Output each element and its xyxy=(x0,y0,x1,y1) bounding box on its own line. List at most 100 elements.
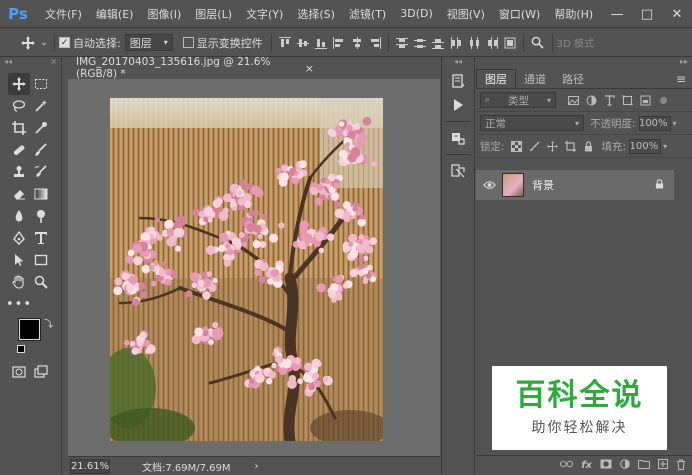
filter-pixel-icon[interactable] xyxy=(564,92,582,108)
tab-channels[interactable]: 通道 xyxy=(516,69,554,88)
collapse-arrows-icon[interactable]: ▸▸ xyxy=(680,57,688,69)
collapse-arrows-icon[interactable]: ◂◂ xyxy=(4,57,12,69)
search-icon[interactable] xyxy=(528,33,548,53)
menu-layer[interactable]: 图层(L) xyxy=(188,6,239,22)
filter-toggle-icon[interactable] xyxy=(654,92,672,108)
tool-preset-chevron-icon[interactable]: ⌄ xyxy=(38,33,50,53)
restore-button[interactable]: □ xyxy=(632,0,662,28)
close-button[interactable]: ✕ xyxy=(662,0,692,28)
align-hcenter-icon[interactable] xyxy=(348,34,366,52)
move-tool-icon[interactable] xyxy=(8,73,30,95)
close-panel-icon[interactable]: × xyxy=(50,57,57,69)
tab-layers[interactable]: 图层 xyxy=(476,69,516,88)
lock-all-icon[interactable] xyxy=(580,138,598,154)
panel-menu-icon[interactable]: ≡ xyxy=(676,72,686,86)
distribute-right-icon[interactable] xyxy=(483,34,501,52)
auto-select-target-dropdown[interactable]: 图层 ▾ xyxy=(124,34,173,51)
foreground-color-swatch[interactable] xyxy=(18,318,41,341)
group-icon[interactable] xyxy=(638,459,650,472)
new-layer-icon[interactable] xyxy=(658,459,668,472)
document-tab[interactable]: IMG_20170403_135616.jpg @ 21.6%(RGB/8) *… xyxy=(68,56,314,80)
more-tools-icon[interactable]: ••• xyxy=(6,293,31,315)
distribute-vcenter-icon[interactable] xyxy=(411,34,429,52)
opacity-input[interactable]: 100% xyxy=(638,115,671,131)
status-menu-arrow[interactable]: › xyxy=(255,461,259,472)
hand-tool-icon[interactable] xyxy=(8,271,30,293)
canvas-image[interactable] xyxy=(110,98,383,441)
filter-adjustment-icon[interactable] xyxy=(582,92,600,108)
filter-type-dropdown[interactable]: ⌕ 类型 ▾ xyxy=(480,92,556,108)
fill-input[interactable]: 100% xyxy=(629,138,662,154)
distribute-top-icon[interactable] xyxy=(393,34,411,52)
blend-mode-dropdown[interactable]: 正常 ▾ xyxy=(480,115,584,131)
screen-mode-icon[interactable] xyxy=(30,361,52,383)
menu-help[interactable]: 帮助(H) xyxy=(547,6,600,22)
dodge-tool-icon[interactable] xyxy=(30,205,52,227)
zoom-level[interactable]: 21.61% xyxy=(70,458,110,474)
close-document-icon[interactable]: × xyxy=(305,62,314,75)
align-left-icon[interactable] xyxy=(330,34,348,52)
minimize-button[interactable]: — xyxy=(602,0,632,28)
eraser-tool-icon[interactable] xyxy=(8,183,30,205)
filter-type-layer-icon[interactable] xyxy=(600,92,618,108)
lasso-tool-icon[interactable] xyxy=(8,95,30,117)
path-selection-tool-icon[interactable] xyxy=(8,249,30,271)
menu-filter[interactable]: 滤镜(T) xyxy=(342,6,393,22)
layer-row[interactable]: 背景 xyxy=(476,170,674,200)
type-tool-icon[interactable] xyxy=(30,227,52,249)
filter-shape-icon[interactable] xyxy=(618,92,636,108)
zoom-tool-icon[interactable] xyxy=(30,271,52,293)
distribute-left-icon[interactable] xyxy=(447,34,465,52)
layer-name[interactable]: 背景 xyxy=(532,177,554,193)
show-transform-checkbox[interactable] xyxy=(182,37,194,48)
default-colors-icon[interactable] xyxy=(17,345,25,353)
menu-image[interactable]: 图像(I) xyxy=(140,6,188,22)
gradient-tool-icon[interactable] xyxy=(30,183,52,205)
3d-mode-label[interactable]: 3D 模式 xyxy=(557,35,594,50)
lock-artboard-icon[interactable] xyxy=(562,138,580,154)
menu-3d[interactable]: 3D(D) xyxy=(393,7,440,20)
pen-tool-icon[interactable] xyxy=(8,227,30,249)
auto-align-icon[interactable] xyxy=(501,34,519,52)
layer-thumbnail[interactable] xyxy=(502,173,524,197)
document-size-info[interactable]: 文档:7.69M/7.69M xyxy=(142,459,231,474)
align-vcenter-icon[interactable] xyxy=(294,34,312,52)
distribute-hcenter-icon[interactable] xyxy=(465,34,483,52)
eye-icon[interactable] xyxy=(476,180,502,190)
chevron-down-icon[interactable]: ▾ xyxy=(673,119,677,128)
filter-smart-object-icon[interactable] xyxy=(636,92,654,108)
align-right-icon[interactable] xyxy=(366,34,384,52)
layer-lock-icon[interactable] xyxy=(655,178,664,192)
menu-select[interactable]: 选择(S) xyxy=(290,6,342,22)
marquee-tool-icon[interactable] xyxy=(30,73,52,95)
link-icon[interactable] xyxy=(560,460,574,471)
clone-stamp-tool-icon[interactable] xyxy=(8,161,30,183)
menu-edit[interactable]: 编辑(E) xyxy=(89,6,141,22)
mask-icon[interactable] xyxy=(600,459,612,472)
menu-file[interactable]: 文件(F) xyxy=(38,6,89,22)
properties-panel-icon[interactable] xyxy=(442,126,474,150)
history-brush-tool-icon[interactable] xyxy=(30,161,52,183)
menu-view[interactable]: 视图(V) xyxy=(440,6,492,22)
lock-pixels-icon[interactable] xyxy=(526,138,544,154)
adjustment-icon[interactable] xyxy=(620,459,630,472)
history-panel-icon[interactable] xyxy=(442,69,474,93)
magic-wand-tool-icon[interactable] xyxy=(30,95,52,117)
menu-type[interactable]: 文字(Y) xyxy=(239,6,290,22)
adjustments-panel-icon[interactable] xyxy=(442,159,474,183)
align-bottom-icon[interactable] xyxy=(312,34,330,52)
trash-icon[interactable] xyxy=(676,459,686,473)
brush-tool-icon[interactable] xyxy=(30,139,52,161)
fx-icon[interactable]: fx xyxy=(581,460,592,471)
collapse-arrows-icon[interactable]: ◂◂ xyxy=(442,57,474,69)
move-tool-icon[interactable] xyxy=(18,33,38,53)
align-top-icon[interactable] xyxy=(276,34,294,52)
blur-tool-icon[interactable] xyxy=(8,205,30,227)
lock-position-icon[interactable] xyxy=(544,138,562,154)
auto-select-checkbox[interactable]: ✓ xyxy=(59,37,70,48)
distribute-bottom-icon[interactable] xyxy=(429,34,447,52)
tab-paths[interactable]: 路径 xyxy=(554,69,592,88)
crop-tool-icon[interactable] xyxy=(8,117,30,139)
chevron-down-icon[interactable]: ▾ xyxy=(663,142,667,151)
healing-brush-tool-icon[interactable] xyxy=(8,139,30,161)
